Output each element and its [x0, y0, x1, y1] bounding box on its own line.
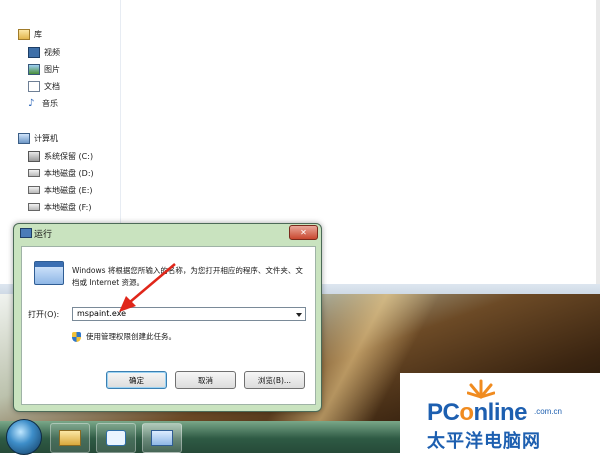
pconline-watermark: PConline .com.cn 太平洋电脑网: [400, 373, 600, 453]
dialog-title-bar[interactable]: 运行 ✕: [14, 224, 321, 242]
brand-domain: .com.cn: [534, 407, 563, 416]
nav-computer[interactable]: 计算机: [18, 130, 58, 146]
cancel-button[interactable]: 取消: [175, 371, 236, 389]
computer-icon: [18, 132, 30, 144]
nav-library-label: 库: [34, 29, 42, 39]
drive-icon: [28, 203, 40, 211]
chat-icon: [106, 430, 126, 446]
nav-item-label: 本地磁盘 (E:): [44, 185, 93, 195]
nav-item-label: 文档: [44, 81, 60, 91]
folder-icon: [59, 430, 81, 446]
explorer-scroll-edge: [596, 0, 600, 290]
admin-note: 使用管理权限创建此任务。: [72, 331, 176, 342]
nav-item-videos[interactable]: 视频: [28, 44, 60, 60]
nav-item-label: 本地磁盘 (D:): [44, 168, 94, 178]
dialog-title: 运行: [34, 230, 53, 240]
start-button[interactable]: [6, 419, 42, 455]
nav-item-label: 系统保留 (C:): [44, 151, 94, 161]
picture-icon: [28, 63, 40, 75]
nav-drive-d[interactable]: 本地磁盘 (D:): [28, 165, 94, 181]
taskbar-run-button[interactable]: [142, 423, 182, 453]
browse-button[interactable]: 浏览(B)...: [244, 371, 305, 389]
run-title-icon: [20, 228, 32, 238]
nav-item-music[interactable]: ♪ 音乐: [28, 95, 58, 111]
nav-item-label: 图片: [44, 64, 60, 74]
drive-icon: [28, 186, 40, 194]
open-input-value[interactable]: mspaint.exe: [77, 309, 126, 318]
library-icon: [18, 28, 30, 40]
chevron-down-icon[interactable]: [296, 313, 302, 317]
video-icon: [28, 46, 40, 58]
nav-item-label: 视频: [44, 47, 60, 57]
nav-computer-label: 计算机: [34, 133, 58, 143]
open-combobox[interactable]: mspaint.exe: [72, 307, 306, 321]
music-icon: ♪: [28, 97, 35, 109]
document-icon: [28, 80, 40, 92]
ok-button[interactable]: 确定: [106, 371, 167, 389]
admin-note-text: 使用管理权限创建此任务。: [86, 332, 176, 341]
shield-icon: [72, 331, 81, 342]
nav-item-pictures[interactable]: 图片: [28, 61, 60, 77]
run-icon: [151, 430, 173, 446]
nav-library[interactable]: 库: [18, 26, 42, 42]
taskbar-chat-button[interactable]: [96, 423, 136, 453]
nav-drive-f[interactable]: 本地磁盘 (F:): [28, 199, 91, 215]
nav-item-documents[interactable]: 文档: [28, 78, 60, 94]
nav-item-label: 音乐: [42, 98, 58, 108]
close-button[interactable]: ✕: [289, 225, 318, 240]
brand-wordmark: PConline: [427, 399, 528, 426]
sun-logo-icon: [467, 379, 495, 399]
run-dialog: 运行 ✕ Windows 将根据您所输入的名称，为您打开相应的程序、文件夹、文档…: [13, 223, 322, 412]
dialog-description: Windows 将根据您所输入的名称，为您打开相应的程序、文件夹、文档或 Int…: [72, 266, 303, 287]
drive-icon: [28, 169, 40, 177]
run-program-icon: [34, 261, 64, 285]
nav-item-label: 本地磁盘 (F:): [44, 202, 92, 212]
taskbar-explorer-button[interactable]: [50, 423, 90, 453]
brand-subtitle: 太平洋电脑网: [427, 431, 541, 452]
dialog-body: Windows 将根据您所输入的名称，为您打开相应的程序、文件夹、文档或 Int…: [21, 246, 316, 405]
nav-drive-c[interactable]: 系统保留 (C:): [28, 148, 93, 164]
open-label: 打开(O):: [28, 310, 60, 319]
system-drive-icon: [28, 150, 40, 162]
nav-drive-e[interactable]: 本地磁盘 (E:): [28, 182, 93, 198]
